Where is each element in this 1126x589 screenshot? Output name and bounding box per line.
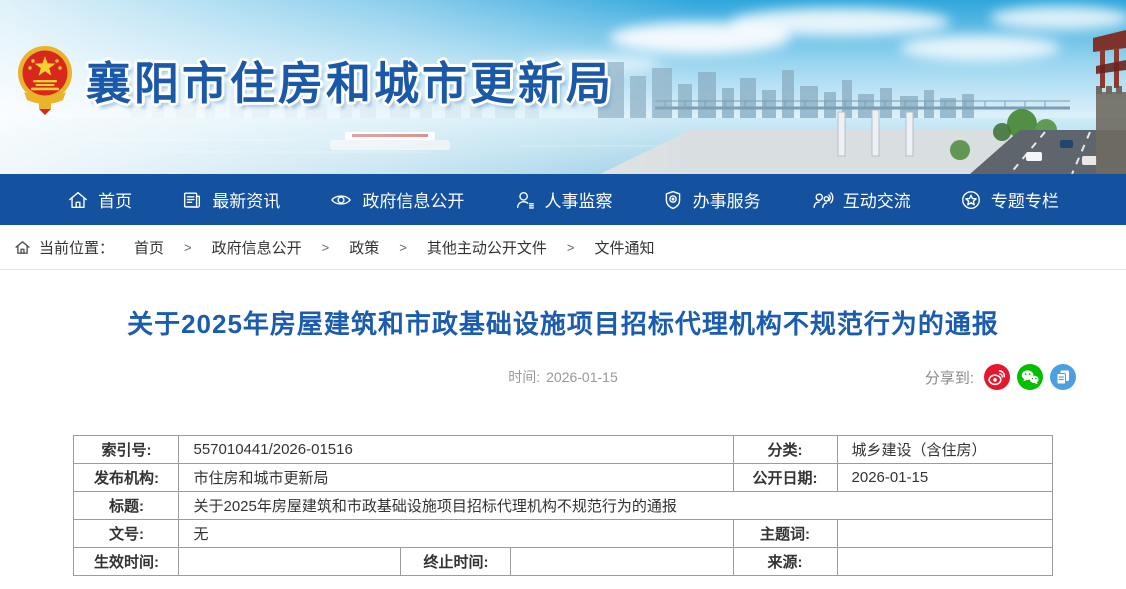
nav-item-home[interactable]: 首页 bbox=[67, 187, 132, 212]
national-emblem-icon bbox=[16, 40, 74, 118]
nav-label: 最新资讯 bbox=[212, 187, 280, 212]
page: 襄阳市住房和城市更新局 首页 最新资讯 政府信息公开 bbox=[0, 0, 1126, 589]
breadcrumb-separator: > bbox=[322, 240, 330, 255]
category-label: 分类: bbox=[733, 436, 837, 464]
document-meta-table: 索引号: 557010441/2026-01516 分类: 城乡建设（含住房） … bbox=[73, 435, 1052, 576]
effective-value bbox=[179, 548, 401, 576]
article-title: 关于2025年房屋建筑和市政基础设施项目招标代理机构不规范行为的通报 bbox=[0, 309, 1126, 340]
nav-item-interaction[interactable]: 互动交流 bbox=[810, 187, 911, 212]
breadcrumb-separator: > bbox=[399, 240, 407, 255]
news-icon bbox=[181, 189, 203, 211]
title-value: 关于2025年房屋建筑和市政基础设施项目招标代理机构不规范行为的通报 bbox=[179, 492, 1052, 520]
agency-value: 市住房和城市更新局 bbox=[179, 464, 733, 492]
breadcrumb-item-policy[interactable]: 政策 bbox=[349, 237, 379, 258]
source-label: 来源: bbox=[733, 548, 837, 576]
pub-date-value: 2026-01-15 bbox=[837, 464, 1052, 492]
person-icon bbox=[514, 189, 536, 211]
breadcrumb-item-gov-info[interactable]: 政府信息公开 bbox=[212, 237, 302, 258]
share-label: 分享到: bbox=[925, 367, 974, 388]
nav-label: 政府信息公开 bbox=[362, 187, 464, 212]
time-value: 2026-01-15 bbox=[546, 369, 618, 385]
nav-label: 首页 bbox=[98, 187, 132, 212]
index-label: 索引号: bbox=[74, 436, 179, 464]
eye-icon bbox=[329, 189, 353, 211]
nav-label: 互动交流 bbox=[843, 187, 911, 212]
expiry-value bbox=[511, 548, 733, 576]
table-row: 生效时间: 终止时间: 来源: bbox=[74, 548, 1052, 576]
source-value bbox=[837, 548, 1052, 576]
share-wechat-button[interactable] bbox=[1017, 364, 1043, 390]
index-value: 557010441/2026-01516 bbox=[179, 436, 733, 464]
keywords-label: 主题词: bbox=[733, 520, 837, 548]
copy-icon bbox=[1050, 364, 1076, 390]
pub-date-label: 公开日期: bbox=[733, 464, 837, 492]
site-banner: 襄阳市住房和城市更新局 bbox=[0, 0, 1126, 174]
effective-label: 生效时间: bbox=[74, 548, 179, 576]
table-row: 文号: 无 主题词: bbox=[74, 520, 1052, 548]
table-row: 发布机构: 市住房和城市更新局 公开日期: 2026-01-15 bbox=[74, 464, 1052, 492]
table-row: 标题: 关于2025年房屋建筑和市政基础设施项目招标代理机构不规范行为的通报 bbox=[74, 492, 1052, 520]
breadcrumb-separator: > bbox=[567, 240, 575, 255]
nav-label: 专题专栏 bbox=[991, 187, 1059, 212]
time-label: 时间: bbox=[508, 369, 540, 385]
home-icon bbox=[67, 189, 89, 211]
table-row: 索引号: 557010441/2026-01516 分类: 城乡建设（含住房） bbox=[74, 436, 1052, 464]
main-nav: 首页 最新资讯 政府信息公开 人事监察 bbox=[0, 174, 1126, 225]
nav-label: 办事服务 bbox=[693, 187, 761, 212]
doc-no-label: 文号: bbox=[74, 520, 179, 548]
nav-item-personnel[interactable]: 人事监察 bbox=[514, 187, 613, 212]
nav-label: 人事监察 bbox=[545, 187, 613, 212]
doc-no-value: 无 bbox=[179, 520, 733, 548]
chat-icon bbox=[810, 189, 834, 211]
nav-item-news[interactable]: 最新资讯 bbox=[181, 187, 280, 212]
weibo-icon bbox=[984, 364, 1010, 390]
breadcrumb-item-home[interactable]: 首页 bbox=[134, 237, 164, 258]
nav-item-special[interactable]: 专题专栏 bbox=[960, 187, 1059, 212]
share-weibo-button[interactable] bbox=[984, 364, 1010, 390]
site-brand: 襄阳市住房和城市更新局 bbox=[16, 40, 614, 118]
wechat-icon bbox=[1017, 364, 1043, 390]
shield-icon bbox=[662, 189, 684, 211]
site-title: 襄阳市住房和城市更新局 bbox=[86, 47, 614, 112]
breadcrumb-label: 当前位置： bbox=[39, 237, 114, 258]
category-value: 城乡建设（含住房） bbox=[837, 436, 1052, 464]
star-icon bbox=[960, 189, 982, 211]
nav-item-services[interactable]: 办事服务 bbox=[662, 187, 761, 212]
agency-label: 发布机构: bbox=[74, 464, 179, 492]
meta-table-wrap: 索引号: 557010441/2026-01516 分类: 城乡建设（含住房） … bbox=[0, 435, 1126, 576]
keywords-value bbox=[837, 520, 1052, 548]
breadcrumb-home-icon bbox=[14, 239, 31, 256]
expiry-label: 终止时间: bbox=[401, 548, 511, 576]
nav-item-gov-info[interactable]: 政府信息公开 bbox=[329, 187, 464, 212]
breadcrumb-item-other-docs[interactable]: 其他主动公开文件 bbox=[427, 237, 547, 258]
breadcrumb: 当前位置： 首页 > 政府信息公开 > 政策 > 其他主动公开文件 > 文件通知 bbox=[0, 225, 1126, 270]
title-label: 标题: bbox=[74, 492, 179, 520]
article-meta-row: 时间: 2026-01-15 分享到: bbox=[0, 362, 1126, 392]
article: 关于2025年房屋建筑和市政基础设施项目招标代理机构不规范行为的通报 时间: 20… bbox=[0, 270, 1126, 576]
share-box: 分享到: bbox=[925, 362, 1076, 392]
breadcrumb-item-current: 文件通知 bbox=[594, 237, 654, 258]
breadcrumb-separator: > bbox=[184, 240, 192, 255]
share-copy-button[interactable] bbox=[1050, 364, 1076, 390]
